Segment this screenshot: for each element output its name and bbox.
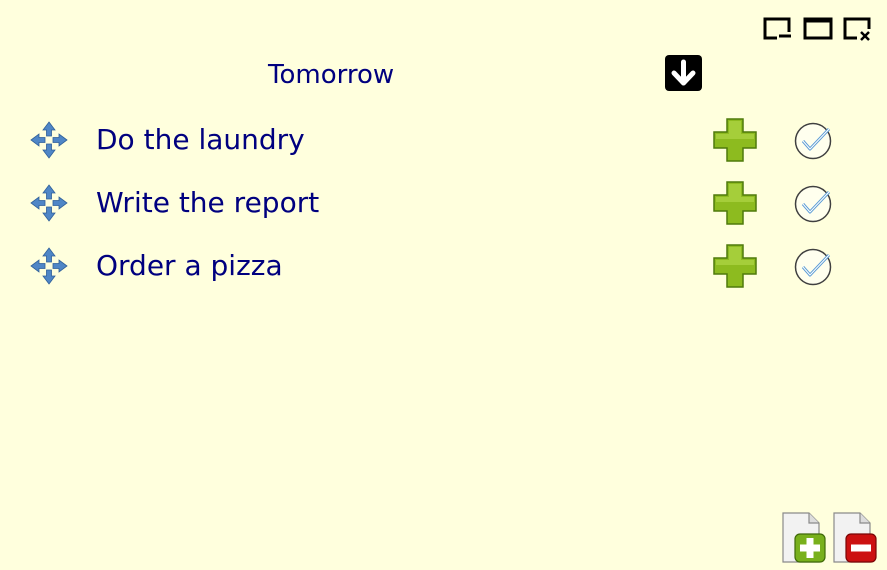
mark-done-button[interactable]: [793, 121, 833, 161]
mark-done-button[interactable]: [793, 247, 833, 287]
delete-list-button[interactable]: [832, 512, 878, 564]
move-arrows-icon[interactable]: [28, 119, 70, 161]
maximize-icon: [803, 17, 833, 40]
maximize-window-button[interactable]: [803, 16, 833, 42]
add-subtask-button[interactable]: [712, 117, 758, 163]
new-list-button[interactable]: [781, 512, 827, 564]
checkmark-circle-icon: [794, 248, 832, 286]
add-subtask-button[interactable]: [712, 180, 758, 226]
task-label: Write the report: [96, 186, 320, 219]
collapse-list-button[interactable]: [665, 55, 702, 91]
task-row: Do the laundry: [0, 114, 887, 166]
mark-done-button[interactable]: [793, 184, 833, 224]
list-title: Tomorrow: [268, 60, 395, 90]
new-document-icon: [782, 512, 826, 563]
checkmark-circle-icon: [794, 122, 832, 160]
move-arrows-icon[interactable]: [28, 245, 70, 287]
move-arrows-icon[interactable]: [28, 182, 70, 224]
task-label: Do the laundry: [96, 123, 305, 156]
close-icon: [843, 17, 873, 42]
restore-icon: [763, 17, 791, 40]
task-row: Write the report: [0, 177, 887, 229]
close-window-button[interactable]: [843, 16, 873, 42]
checkmark-circle-icon: [794, 185, 832, 223]
arrow-down-icon: [671, 59, 696, 86]
task-label: Order a pizza: [96, 249, 283, 282]
restore-window-button[interactable]: [763, 16, 793, 42]
task-row: Order a pizza: [0, 240, 887, 292]
add-subtask-button[interactable]: [712, 243, 758, 289]
delete-document-icon: [833, 512, 877, 563]
